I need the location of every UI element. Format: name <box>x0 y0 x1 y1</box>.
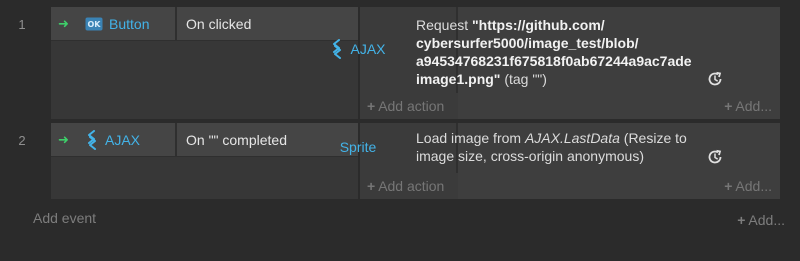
condition-row[interactable]: ➜ OK Button On clicked <box>51 7 358 41</box>
add-action-label: Add action <box>378 178 445 194</box>
plus-icon: + <box>367 98 376 114</box>
refresh-icon[interactable] <box>706 148 724 166</box>
button-icon: OK <box>85 17 103 31</box>
plus-icon: + <box>724 178 733 194</box>
plus-icon: + <box>737 212 746 228</box>
condition-object[interactable]: ➜ OK Button <box>51 7 175 41</box>
add-action-label: Add action <box>378 98 445 114</box>
event-row-2-number: 2 <box>18 133 26 148</box>
condition-divider <box>175 123 177 157</box>
condition-object-name: Button <box>109 16 150 32</box>
action-text-prefix: Load image from <box>416 130 525 146</box>
block-divider <box>358 7 360 119</box>
add-more-label: Add... <box>748 212 785 228</box>
action-url-line4: image1.png" <box>416 71 501 87</box>
add-action-button[interactable]: + Add action <box>367 178 444 194</box>
add-action-button[interactable]: + Add action <box>367 98 444 114</box>
condition-text[interactable]: On "" completed <box>186 123 287 157</box>
ajax-icon <box>85 130 99 150</box>
add-more-label: Add... <box>735 98 772 114</box>
plus-icon: + <box>724 98 733 114</box>
condition-object[interactable]: ➜ AJAX <box>51 123 175 157</box>
svg-text:OK: OK <box>88 20 102 29</box>
action-text-suffix: (tag "") <box>500 71 547 87</box>
action-url-line3: a94534768231f675818f0ab67244a9ac7ade <box>416 53 692 69</box>
add-more-button[interactable]: + Add... <box>724 98 772 114</box>
condition-text[interactable]: On clicked <box>186 7 251 41</box>
add-event-button[interactable]: Add event <box>33 210 96 226</box>
plus-icon: + <box>367 178 376 194</box>
action-object-name: AJAX <box>350 41 386 57</box>
action-object[interactable]: AJAX <box>309 38 407 60</box>
action-text-prefix: Request <box>416 17 473 33</box>
add-more-label: Add... <box>735 178 772 194</box>
add-more-bottom-button[interactable]: + Add... <box>737 212 785 228</box>
condition-object-name: AJAX <box>105 132 141 148</box>
block-divider <box>358 123 360 199</box>
action-object[interactable]: Sprite <box>309 137 407 157</box>
action-text[interactable]: Request "https://github.com/ cybersurfer… <box>416 16 731 88</box>
add-more-button[interactable]: + Add... <box>724 178 772 194</box>
condition-divider <box>175 7 177 41</box>
action-expression: AJAX.LastData <box>524 130 620 146</box>
refresh-icon[interactable] <box>706 70 724 88</box>
event-row-1-number: 1 <box>18 17 26 32</box>
action-url-line2: cybersurfer5000/image_test/blob/ <box>416 35 639 51</box>
trigger-arrow-icon: ➜ <box>58 132 69 147</box>
action-url-line1: "https://github.com/ <box>472 17 605 33</box>
action-object-name: Sprite <box>339 139 377 155</box>
action-text[interactable]: Load image from AJAX.LastData (Resize to… <box>416 129 716 165</box>
ajax-icon <box>330 39 344 59</box>
trigger-arrow-icon: ➜ <box>58 16 69 31</box>
